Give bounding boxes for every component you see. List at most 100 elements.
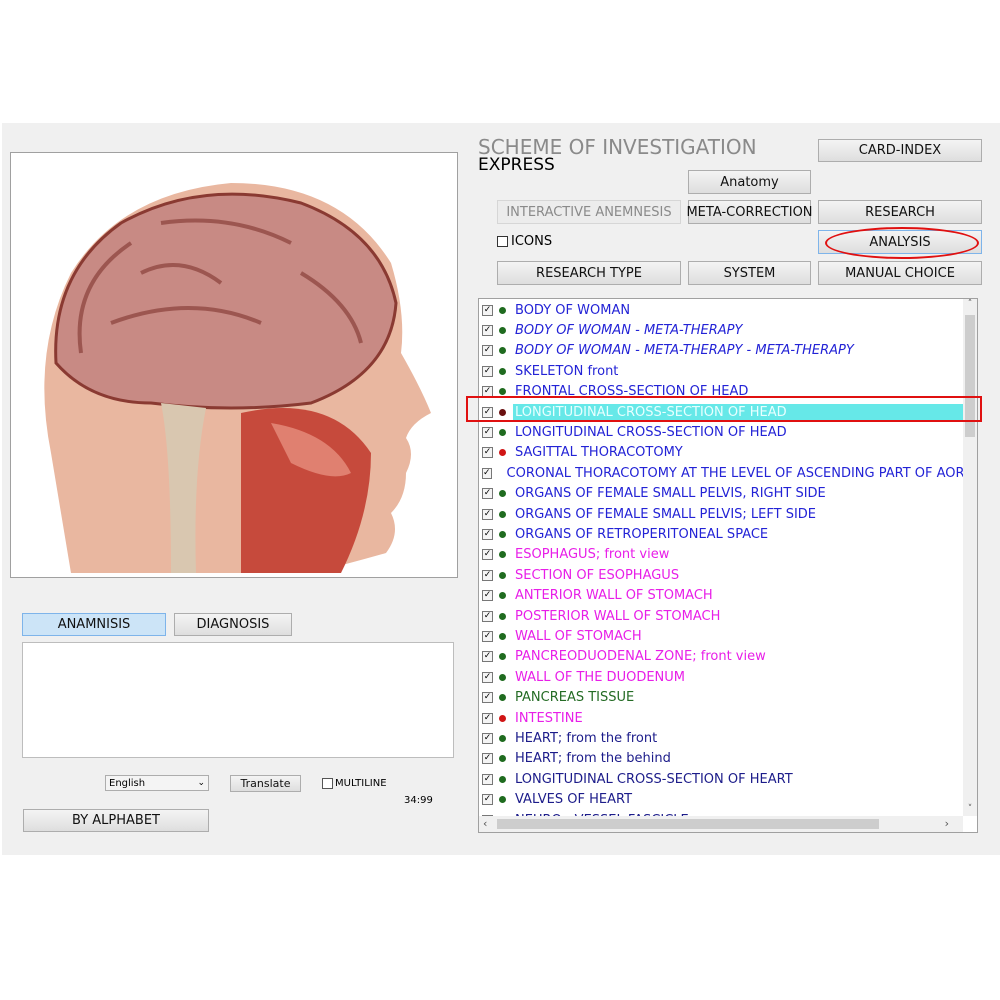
manual-choice-button[interactable]: MANUAL CHOICE (818, 261, 982, 285)
item-checkbox[interactable]: ✓ (482, 447, 493, 459)
item-checkbox[interactable]: ✓ (482, 794, 493, 806)
status-dot-icon (499, 775, 506, 783)
scroll-down-icon[interactable]: ˅ (963, 804, 977, 814)
item-label: BODY OF WOMAN - META-THERAPY - META-THER… (515, 343, 854, 359)
status-dot-icon (499, 551, 506, 559)
list-item[interactable]: ✓ SKELETON front (479, 361, 963, 381)
list-item[interactable]: ✓ INTESTINE (479, 708, 963, 728)
tab-anamnisis[interactable]: ANAMNISIS (22, 613, 166, 636)
item-label: ORGANS OF FEMALE SMALL PELVIS; LEFT SIDE (515, 506, 816, 522)
item-label: ESOPHAGUS; front view (515, 547, 670, 563)
item-label: PANCREODUODENAL ZONE; front view (515, 649, 766, 665)
item-checkbox[interactable]: ✓ (482, 651, 493, 663)
card-index-button[interactable]: CARD-INDEX (818, 139, 982, 162)
item-checkbox[interactable]: ✓ (482, 630, 493, 642)
list-item[interactable]: ✓ BODY OF WOMAN - META-THERAPY - META-THE… (479, 341, 963, 361)
status-dot-icon (499, 755, 506, 763)
item-checkbox[interactable]: ✓ (482, 426, 493, 438)
list-item[interactable]: ✓ ORGANS OF FEMALE SMALL PELVIS; LEFT SID… (479, 504, 963, 524)
list-item[interactable]: ✓ ESOPHAGUS; front view (479, 545, 963, 565)
item-checkbox[interactable]: ✓ (482, 569, 493, 581)
item-checkbox[interactable]: ✓ (482, 692, 493, 704)
item-checkbox[interactable]: ✓ (482, 488, 493, 500)
tab-diagnosis[interactable]: DIAGNOSIS (174, 613, 292, 636)
item-checkbox[interactable]: ✓ (482, 549, 493, 561)
anatomy-image-panel (10, 152, 458, 578)
list-item[interactable]: ✓ LONGITUDINAL CROSS-SECTION OF HEART (479, 769, 963, 789)
page-subtitle: EXPRESS (478, 155, 555, 175)
list-item[interactable]: ✓ WALL OF THE DUODENUM (479, 667, 963, 687)
meta-correction-button[interactable]: META-CORRECTION (686, 200, 813, 224)
list-item[interactable]: ✓ POSTERIOR WALL OF STOMACH (479, 606, 963, 626)
list-item[interactable]: ✓ VALVES OF HEART (479, 790, 963, 810)
list-item[interactable]: ✓ HEART; from the front (479, 728, 963, 748)
by-alphabet-button[interactable]: BY ALPHABET (23, 809, 209, 832)
item-label: SKELETON front (515, 363, 619, 379)
status-dot-icon (499, 612, 506, 620)
status-dot-icon (499, 592, 506, 600)
research-type-button[interactable]: RESEARCH TYPE (497, 261, 681, 285)
item-checkbox[interactable]: ✓ (482, 508, 493, 520)
item-checkbox[interactable]: ✓ (482, 753, 493, 765)
hscrollbar-thumb[interactable] (497, 819, 879, 829)
item-checkbox[interactable]: ✓ (482, 712, 493, 724)
item-label: BODY OF WOMAN (515, 302, 631, 318)
status-dot-icon (499, 734, 506, 742)
icons-checkbox-label: ICONS (511, 234, 553, 249)
list-item[interactable]: ✓ ORGANS OF RETROPERITONEAL SPACE (479, 524, 963, 544)
list-item[interactable]: ✓ SAGITTAL THORACOTOMY (479, 443, 963, 463)
item-label: LONGITUDINAL CROSS-SECTION OF HEAD (515, 424, 787, 440)
status-dot-icon (499, 694, 506, 702)
scroll-left-icon[interactable]: ‹ (483, 817, 487, 830)
icons-checkbox[interactable]: ICONS (497, 234, 552, 249)
language-select-value: English (109, 777, 146, 789)
list-item[interactable]: ✓ PANCREODUODENAL ZONE; front view (479, 647, 963, 667)
item-checkbox[interactable]: ✓ (482, 304, 493, 316)
item-checkbox[interactable]: ✓ (482, 773, 493, 785)
list-item[interactable]: ✓ PANCREAS TISSUE (479, 688, 963, 708)
anamnesis-textarea[interactable] (22, 642, 454, 758)
list-item[interactable]: ✓ HEART; from the behind (479, 749, 963, 769)
annotation-rectangle (466, 396, 982, 422)
vertical-scrollbar[interactable]: ˄ ˅ (963, 299, 977, 816)
status-dot-icon (499, 449, 506, 457)
item-label: INTESTINE (515, 710, 583, 726)
list-item[interactable]: ✓ ANTERIOR WALL OF STOMACH (479, 586, 963, 606)
item-checkbox[interactable]: ✓ (482, 528, 493, 540)
counter-text: 34:99 (404, 795, 433, 806)
multiline-label: MULTILINE (335, 778, 387, 789)
item-checkbox[interactable]: ✓ (482, 345, 493, 357)
multiline-checkbox[interactable]: MULTILINE (322, 778, 387, 789)
language-select[interactable]: English ⌄ (105, 775, 209, 791)
item-checkbox[interactable]: ✓ (482, 671, 493, 683)
scroll-up-icon[interactable]: ˄ (963, 299, 977, 309)
item-checkbox[interactable]: ✓ (482, 467, 492, 479)
research-button[interactable]: RESEARCH (818, 200, 982, 224)
item-label: ORGANS OF RETROPERITONEAL SPACE (515, 526, 769, 542)
item-checkbox[interactable]: ✓ (482, 732, 493, 744)
list-item[interactable]: ✓ SECTION OF ESOPHAGUS (479, 565, 963, 585)
multiline-checkbox-box[interactable] (322, 778, 333, 789)
translate-button[interactable]: Translate (230, 775, 301, 792)
list-item[interactable]: ✓ CORONAL THORACOTOMY AT THE LEVEL OF ASC… (479, 463, 977, 483)
investigation-list[interactable]: ✓ BODY OF WOMAN ✓ BODY OF WOMAN - META-THER… (478, 298, 978, 833)
status-dot-icon (499, 653, 506, 661)
list-item[interactable]: ✓ BODY OF WOMAN - META-THERAPY (479, 320, 963, 340)
item-label: POSTERIOR WALL OF STOMACH (515, 608, 721, 624)
list-item[interactable]: ✓ BODY OF WOMAN (479, 300, 963, 320)
item-checkbox[interactable]: ✓ (482, 324, 493, 336)
item-checkbox[interactable]: ✓ (482, 610, 493, 622)
scroll-right-icon[interactable]: › (945, 817, 949, 830)
status-dot-icon (499, 347, 506, 355)
system-button[interactable]: SYSTEM (688, 261, 811, 285)
horizontal-scrollbar[interactable]: ‹ › (479, 816, 963, 832)
interactive-anemnesis-button[interactable]: INTERACTIVE ANEMNESIS (497, 200, 681, 224)
list-item[interactable]: ✓ LONGITUDINAL CROSS-SECTION OF HEAD (479, 422, 963, 442)
item-label: ANTERIOR WALL OF STOMACH (515, 588, 713, 604)
item-checkbox[interactable]: ✓ (482, 365, 493, 377)
anatomy-button[interactable]: Anatomy (688, 170, 811, 194)
item-checkbox[interactable]: ✓ (482, 590, 493, 602)
list-item[interactable]: ✓ ORGANS OF FEMALE SMALL PELVIS, RIGHT SI… (479, 484, 963, 504)
list-item[interactable]: ✓ WALL OF STOMACH (479, 626, 963, 646)
icons-checkbox-box[interactable] (497, 236, 508, 247)
